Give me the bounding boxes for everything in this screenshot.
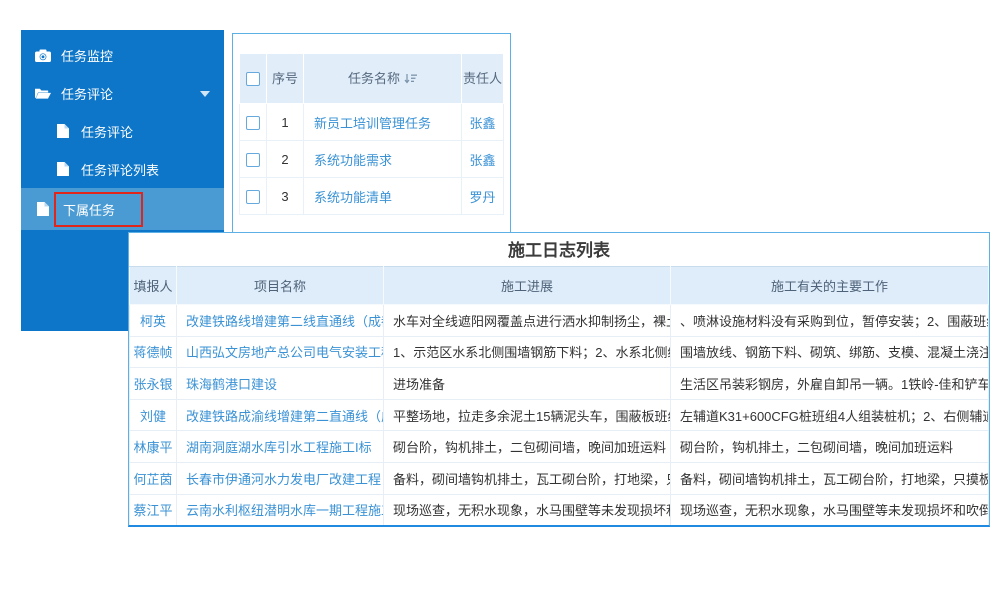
table-row: 张永银 珠海鹤港口建设 进场准备 生活区吊装彩钢房，外雇自卸吊一辆。1铁岭-佳和… <box>130 368 989 400</box>
col-index: 序号 <box>267 54 304 104</box>
row-select-cell <box>240 178 267 215</box>
table-row: 蔡江平 云南水利枢纽潜明水库一期工程施工I标 现场巡查，无积水现象，水马围壁等未… <box>130 494 989 526</box>
camera-icon <box>35 48 51 62</box>
table-row: 蒋德帧 山西弘文房地产总公司电气安装工程 1、示范区水系北侧围墙钢筋下料；2、水… <box>130 336 989 368</box>
log-table-header-row: 填报人 项目名称 施工进展 施工有关的主要工作 <box>130 267 989 305</box>
reporter-cell: 张永银 <box>130 368 177 400</box>
col-progress: 施工进展 <box>384 267 671 305</box>
task-name-link[interactable]: 新员工培训管理任务 <box>304 104 462 141</box>
project-link[interactable]: 云南水利枢纽潜明水库一期工程施工I标 <box>177 494 384 526</box>
progress-cell: 1、示范区水系北侧围墙钢筋下料；2、水系北侧绿化... <box>384 336 671 368</box>
sidebar-item-label-highlighted: 下属任务 <box>54 192 143 227</box>
project-link[interactable]: 长春市伊通河水力发电厂改建工程 <box>177 462 384 494</box>
project-link[interactable]: 改建铁路线增建第二线直通线（成都-... <box>177 305 384 337</box>
sidebar-item-task-comment[interactable]: 任务评论 <box>21 112 224 150</box>
work-cell: 备料，砌间墙钩机排土，瓦工砌台阶，打地梁，只摸板，砌... <box>671 462 989 494</box>
row-index: 1 <box>267 104 304 141</box>
sidebar-item-subordinate-tasks[interactable]: 下属任务 <box>21 188 224 230</box>
work-cell: 左辅道K31+600CFG桩班组4人组装桩机；2、右侧辅道拼宽... <box>671 399 989 431</box>
progress-cell: 进场准备 <box>384 368 671 400</box>
progress-cell: 砌台阶，钩机排土，二包砌间墙，晚间加班运料 <box>384 431 671 463</box>
page: 任务监控 任务评论 任务评论 <box>0 0 1000 600</box>
table-row: 2 系统功能需求 张鑫 <box>240 141 504 178</box>
task-table: 序号 任务名称 责任人 1 新员工培训管 <box>239 53 504 215</box>
construction-log-table: 填报人 项目名称 施工进展 施工有关的主要工作 柯英 改建铁路线增建第二线直通线… <box>129 266 989 526</box>
reporter-cell: 林康平 <box>130 431 177 463</box>
project-link[interactable]: 改建铁路成渝线增建第二直通线（成... <box>177 399 384 431</box>
task-name-link[interactable]: 系统功能清单 <box>304 178 462 215</box>
reporter-cell: 刘健 <box>130 399 177 431</box>
progress-cell: 备料，砌间墙钩机排土，瓦工砌台阶，打地梁，只摸... <box>384 462 671 494</box>
row-index: 3 <box>267 178 304 215</box>
col-task-name[interactable]: 任务名称 <box>304 54 462 104</box>
progress-cell: 现场巡查，无积水现象，水马围壁等未发现损坏和吹... <box>384 494 671 526</box>
task-table-panel: 序号 任务名称 责任人 1 新员工培训管 <box>232 33 511 233</box>
file-icon <box>55 162 71 176</box>
construction-log-panel: 施工日志列表 填报人 项目名称 施工进展 施工有关的主要工作 柯英 改建铁路线增… <box>128 232 990 527</box>
row-checkbox[interactable] <box>246 190 260 204</box>
row-checkbox[interactable] <box>246 153 260 167</box>
select-all-checkbox[interactable] <box>246 72 260 86</box>
work-cell: 现场巡查，无积水现象，水马围壁等未发现损坏和吹倒现象 ... <box>671 494 989 526</box>
task-table-header-row: 序号 任务名称 责任人 <box>240 54 504 104</box>
select-all-cell <box>240 54 267 104</box>
owner-cell: 罗丹 <box>462 178 504 215</box>
work-cell: 砌台阶，钩机排土，二包砌间墙，晚间加班运料 <box>671 431 989 463</box>
owner-cell: 张鑫 <box>462 141 504 178</box>
table-row: 3 系统功能清单 罗丹 <box>240 178 504 215</box>
progress-cell: 平整场地，拉走多余泥土15辆泥头车，围蔽板班组没... <box>384 399 671 431</box>
chevron-down-icon[interactable] <box>200 91 210 97</box>
work-cell: 、喷淋设施材料没有采购到位，暂停安装；2、围蔽班组以货... <box>671 305 989 337</box>
sort-desc-icon[interactable] <box>404 73 417 84</box>
project-link[interactable]: 珠海鹤港口建设 <box>177 368 384 400</box>
project-link[interactable]: 湖南洞庭湖水库引水工程施工I标 <box>177 431 384 463</box>
table-row: 柯英 改建铁路线增建第二线直通线（成都-... 水车对全线遮阳网覆盖点进行洒水抑… <box>130 305 989 337</box>
table-row: 何芷茵 长春市伊通河水力发电厂改建工程 备料，砌间墙钩机排土，瓦工砌台阶，打地梁… <box>130 462 989 494</box>
row-index: 2 <box>267 141 304 178</box>
sidebar-item-label: 任务评论 <box>81 122 133 141</box>
task-name-link[interactable]: 系统功能需求 <box>304 141 462 178</box>
page-title: 施工日志列表 <box>129 233 989 266</box>
col-owner: 责任人 <box>462 54 504 104</box>
col-work: 施工有关的主要工作 <box>671 267 989 305</box>
work-cell: 生活区吊装彩钢房，外雇自卸吊一辆。1铁岭-佳和铲车一台 <box>671 368 989 400</box>
sidebar-item-label: 任务评论 <box>61 84 113 103</box>
row-checkbox[interactable] <box>246 116 260 130</box>
reporter-cell: 蒋德帧 <box>130 336 177 368</box>
table-row: 林康平 湖南洞庭湖水库引水工程施工I标 砌台阶，钩机排土，二包砌间墙，晚间加班运… <box>130 431 989 463</box>
reporter-cell: 何芷茵 <box>130 462 177 494</box>
sidebar-item-task-comment-list[interactable]: 任务评论列表 <box>21 150 224 188</box>
project-link[interactable]: 山西弘文房地产总公司电气安装工程 <box>177 336 384 368</box>
reporter-cell: 柯英 <box>130 305 177 337</box>
table-row: 1 新员工培训管理任务 张鑫 <box>240 104 504 141</box>
row-select-cell <box>240 141 267 178</box>
sidebar-item-label: 任务评论列表 <box>81 160 159 179</box>
progress-cell: 水车对全线遮阳网覆盖点进行洒水抑制扬尘，裸土覆... <box>384 305 671 337</box>
sidebar-item-label: 任务监控 <box>61 46 113 65</box>
table-row: 刘健 改建铁路成渝线增建第二直通线（成... 平整场地，拉走多余泥土15辆泥头车… <box>130 399 989 431</box>
owner-cell: 张鑫 <box>462 104 504 141</box>
reporter-cell: 蔡江平 <box>130 494 177 526</box>
sidebar-item-task-monitor[interactable]: 任务监控 <box>21 36 224 74</box>
col-project: 项目名称 <box>177 267 384 305</box>
file-icon <box>55 124 71 138</box>
file-icon <box>35 202 51 216</box>
work-cell: 围墙放线、钢筋下料、砌筑、绑筋、支模、混凝土浇注、清... <box>671 336 989 368</box>
sidebar-item-task-comments-group[interactable]: 任务评论 <box>21 74 224 112</box>
folder-open-icon <box>35 86 51 100</box>
row-select-cell <box>240 104 267 141</box>
col-reporter: 填报人 <box>130 267 177 305</box>
